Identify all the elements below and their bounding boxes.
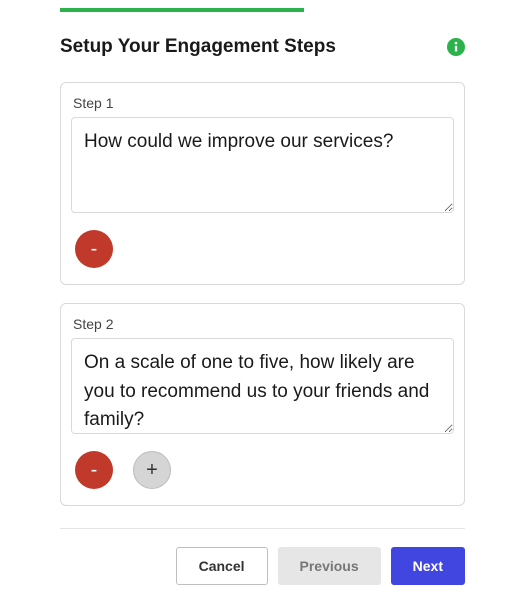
remove-step-button[interactable]: - — [75, 230, 113, 268]
step-button-row: - — [75, 230, 454, 268]
cancel-button[interactable]: Cancel — [176, 547, 268, 585]
step-card: Step 2 -+ — [60, 303, 465, 506]
step-textarea[interactable] — [71, 117, 454, 213]
progress-bar — [60, 8, 304, 12]
step-card: Step 1 - — [60, 82, 465, 285]
step-button-row: -+ — [75, 451, 454, 489]
step-label: Step 1 — [73, 95, 454, 111]
step-textarea[interactable] — [71, 338, 454, 434]
page-title: Setup Your Engagement Steps — [60, 36, 336, 58]
divider — [60, 528, 465, 529]
previous-button: Previous — [278, 547, 381, 585]
info-icon[interactable] — [447, 38, 465, 56]
remove-step-button[interactable]: - — [75, 451, 113, 489]
step-label: Step 2 — [73, 316, 454, 332]
next-button[interactable]: Next — [391, 547, 465, 585]
add-step-button[interactable]: + — [133, 451, 171, 489]
